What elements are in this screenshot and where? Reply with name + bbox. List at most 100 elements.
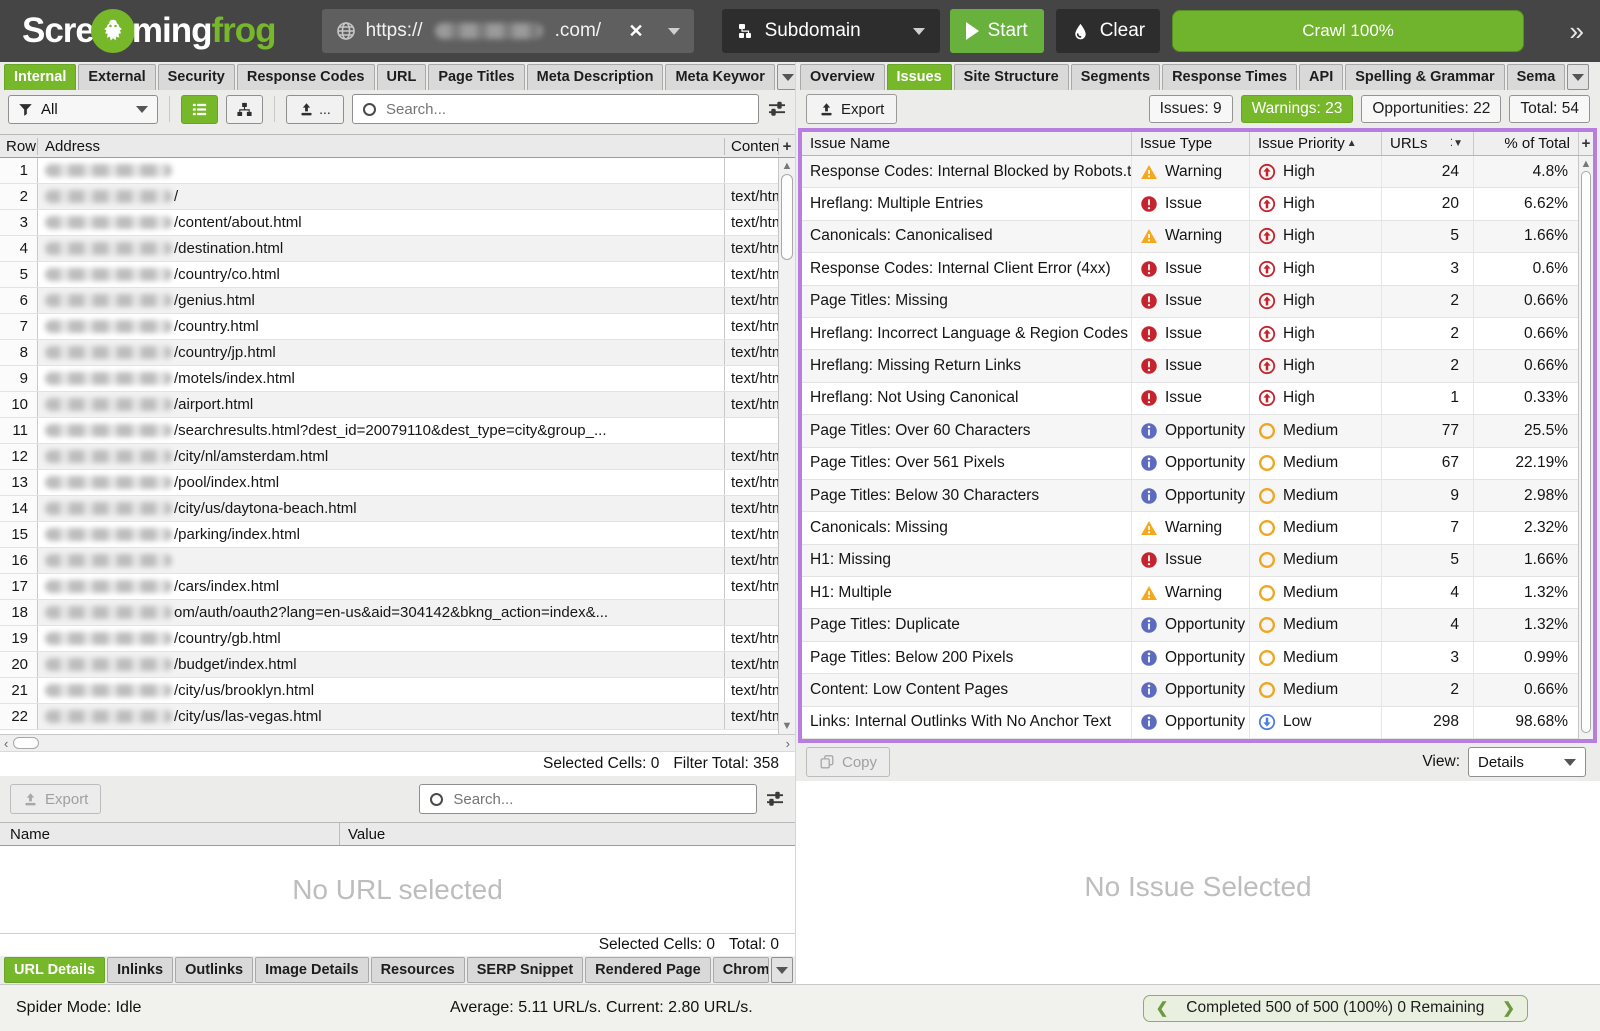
tab-url-details[interactable]: URL Details <box>4 957 105 983</box>
issue-row[interactable]: Page Titles: Below 30 CharactersOpportun… <box>802 480 1578 512</box>
table-row[interactable]: 16text/htm <box>0 548 795 574</box>
address-cell[interactable]: om/auth/oauth2?lang=en-us&aid=304142&bkn… <box>38 600 724 625</box>
table-row[interactable]: 14/city/us/daytona-beach.htmltext/htm <box>0 496 795 522</box>
table-row[interactable]: 19/country/gb.htmltext/htm <box>0 626 795 652</box>
tab-sema[interactable]: Sema <box>1507 64 1566 90</box>
address-cell[interactable]: /cars/index.html <box>38 574 724 599</box>
scrollbar-thumb[interactable] <box>13 737 39 749</box>
issue-row[interactable]: Response Codes: Internal Blocked by Robo… <box>802 156 1578 188</box>
url-history-dropdown-icon[interactable] <box>668 28 680 35</box>
scroll-down-icon[interactable]: ▼ <box>779 720 795 732</box>
address-cell[interactable]: /content/about.html <box>38 210 724 235</box>
tab-overflow-button[interactable] <box>1567 64 1589 90</box>
tab-rendered-page[interactable]: Rendered Page <box>585 957 711 983</box>
table-row[interactable]: 15/parking/index.htmltext/htm <box>0 522 795 548</box>
table-row[interactable]: 7/country.htmltext/htm <box>0 314 795 340</box>
add-column-button[interactable]: + <box>1578 132 1593 155</box>
table-row[interactable]: 3/content/about.htmltext/htm <box>0 210 795 236</box>
issue-row[interactable]: Content: Low Content PagesOpportunityMed… <box>802 674 1578 706</box>
issue-row[interactable]: Hreflang: Not Using CanonicalIssueHigh10… <box>802 383 1578 415</box>
export-menu-button[interactable]: ... <box>286 95 344 124</box>
table-row[interactable]: 6/genius.htmltext/htm <box>0 288 795 314</box>
tab-serp-snippet[interactable]: SERP Snippet <box>467 957 583 983</box>
issue-row[interactable]: H1: MissingIssueMedium51.66% <box>802 545 1578 577</box>
tab-image-details[interactable]: Image Details <box>255 957 369 983</box>
add-column-button[interactable]: + <box>778 138 795 155</box>
search-settings-icon[interactable] <box>767 99 787 119</box>
address-cell[interactable]: /country.html <box>38 314 724 339</box>
tab-inlinks[interactable]: Inlinks <box>107 957 173 983</box>
tab-url[interactable]: URL <box>377 64 427 90</box>
vertical-scrollbar[interactable]: ▲ ▼ <box>778 158 795 734</box>
tab-chrome[interactable]: Chrome <box>713 957 769 983</box>
address-cell[interactable]: /searchresults.html?dest_id=20079110&des… <box>38 418 724 443</box>
issue-row[interactable]: Hreflang: Multiple EntriesIssueHigh206.6… <box>802 188 1578 220</box>
column-header-value[interactable]: Value <box>340 826 795 843</box>
tab-overflow-button[interactable] <box>771 957 793 983</box>
search-box[interactable] <box>352 94 759 124</box>
issue-row[interactable]: Page Titles: MissingIssueHigh20.66% <box>802 286 1578 318</box>
tab-overview[interactable]: Overview <box>800 64 885 90</box>
column-header-address[interactable]: Address <box>38 138 724 155</box>
issue-row[interactable]: Page Titles: Over 561 PixelsOpportunityM… <box>802 448 1578 480</box>
address-cell[interactable]: /country/gb.html <box>38 626 724 651</box>
tab-outlinks[interactable]: Outlinks <box>175 957 253 983</box>
expand-panel-icon[interactable]: » <box>1570 16 1584 47</box>
tab-meta-description[interactable]: Meta Description <box>527 64 664 90</box>
scrollbar-thumb[interactable] <box>1581 171 1591 733</box>
issue-row[interactable]: Hreflang: Incorrect Language & Region Co… <box>802 318 1578 350</box>
column-header-content[interactable]: Content <box>724 138 778 155</box>
address-cell[interactable]: /city/nl/amsterdam.html <box>38 444 724 469</box>
table-row[interactable]: 18om/auth/oauth2?lang=en-us&aid=304142&b… <box>0 600 795 626</box>
tab-response-times[interactable]: Response Times <box>1162 64 1297 90</box>
tab-external[interactable]: External <box>78 64 155 90</box>
scrollbar-thumb[interactable] <box>781 174 793 260</box>
tab-meta-keywor[interactable]: Meta Keywor <box>665 64 774 90</box>
address-cell[interactable]: /city/us/daytona-beach.html <box>38 496 724 521</box>
issue-row[interactable]: Response Codes: Internal Client Error (4… <box>802 253 1578 285</box>
address-cell[interactable]: /budget/index.html <box>38 652 724 677</box>
address-cell[interactable]: /motels/index.html <box>38 366 724 391</box>
tab-page-titles[interactable]: Page Titles <box>428 64 524 90</box>
address-cell[interactable]: /country/co.html <box>38 262 724 287</box>
list-view-button[interactable] <box>181 95 218 124</box>
search-input[interactable] <box>384 100 748 119</box>
horizontal-scrollbar[interactable]: ‹ › <box>0 734 795 752</box>
issue-row[interactable]: Page Titles: Over 60 CharactersOpportuni… <box>802 415 1578 447</box>
address-cell[interactable]: / <box>38 184 724 209</box>
address-cell[interactable]: /genius.html <box>38 288 724 313</box>
table-row[interactable]: 12/city/nl/amsterdam.htmltext/htm <box>0 444 795 470</box>
table-row[interactable]: 4/destination.htmltext/htm <box>0 236 795 262</box>
view-dropdown[interactable]: Details <box>1468 747 1586 777</box>
table-row[interactable]: 17/cars/index.htmltext/htm <box>0 574 795 600</box>
crawl-scope-dropdown[interactable]: Subdomain <box>722 9 940 53</box>
address-cell[interactable]: /pool/index.html <box>38 470 724 495</box>
scroll-up-icon[interactable]: ▲ <box>1579 158 1593 170</box>
details-search-box[interactable] <box>419 784 757 814</box>
table-row[interactable]: 9/motels/index.htmltext/htm <box>0 366 795 392</box>
address-cell[interactable]: /destination.html <box>38 236 724 261</box>
address-cell[interactable]: /parking/index.html <box>38 522 724 547</box>
tab-response-codes[interactable]: Response Codes <box>237 64 375 90</box>
issue-row[interactable]: H1: MultipleWarningMedium41.32% <box>802 577 1578 609</box>
address-cell[interactable]: /city/us/las-vegas.html <box>38 704 724 729</box>
table-row[interactable]: 10/airport.htmltext/htm <box>0 392 795 418</box>
export-button-disabled[interactable]: Export <box>10 784 101 814</box>
scroll-right-icon[interactable]: › <box>786 736 790 751</box>
search-settings-icon[interactable] <box>765 789 785 809</box>
tab-security[interactable]: Security <box>158 64 235 90</box>
table-row[interactable]: 13/pool/index.htmltext/htm <box>0 470 795 496</box>
filter-dropdown[interactable]: All <box>8 95 158 124</box>
issue-row[interactable]: Page Titles: DuplicateOpportunityMedium4… <box>802 609 1578 641</box>
address-cell[interactable]: /city/us/brooklyn.html <box>38 678 724 703</box>
tab-resources[interactable]: Resources <box>371 957 465 983</box>
tab-segments[interactable]: Segments <box>1071 64 1160 90</box>
tree-view-button[interactable] <box>226 95 263 124</box>
copy-button-disabled[interactable]: Copy <box>806 747 890 777</box>
table-row[interactable]: 5/country/co.htmltext/htm <box>0 262 795 288</box>
column-header-issue-name[interactable]: Issue Name <box>802 132 1132 155</box>
issue-row[interactable]: Canonicals: CanonicalisedWarningHigh51.6… <box>802 221 1578 253</box>
column-header-issue-priority[interactable]: Issue Priority ▲ <box>1250 132 1382 155</box>
address-cell[interactable]: /country/jp.html <box>38 340 724 365</box>
scroll-up-icon[interactable]: ▲ <box>779 160 795 172</box>
